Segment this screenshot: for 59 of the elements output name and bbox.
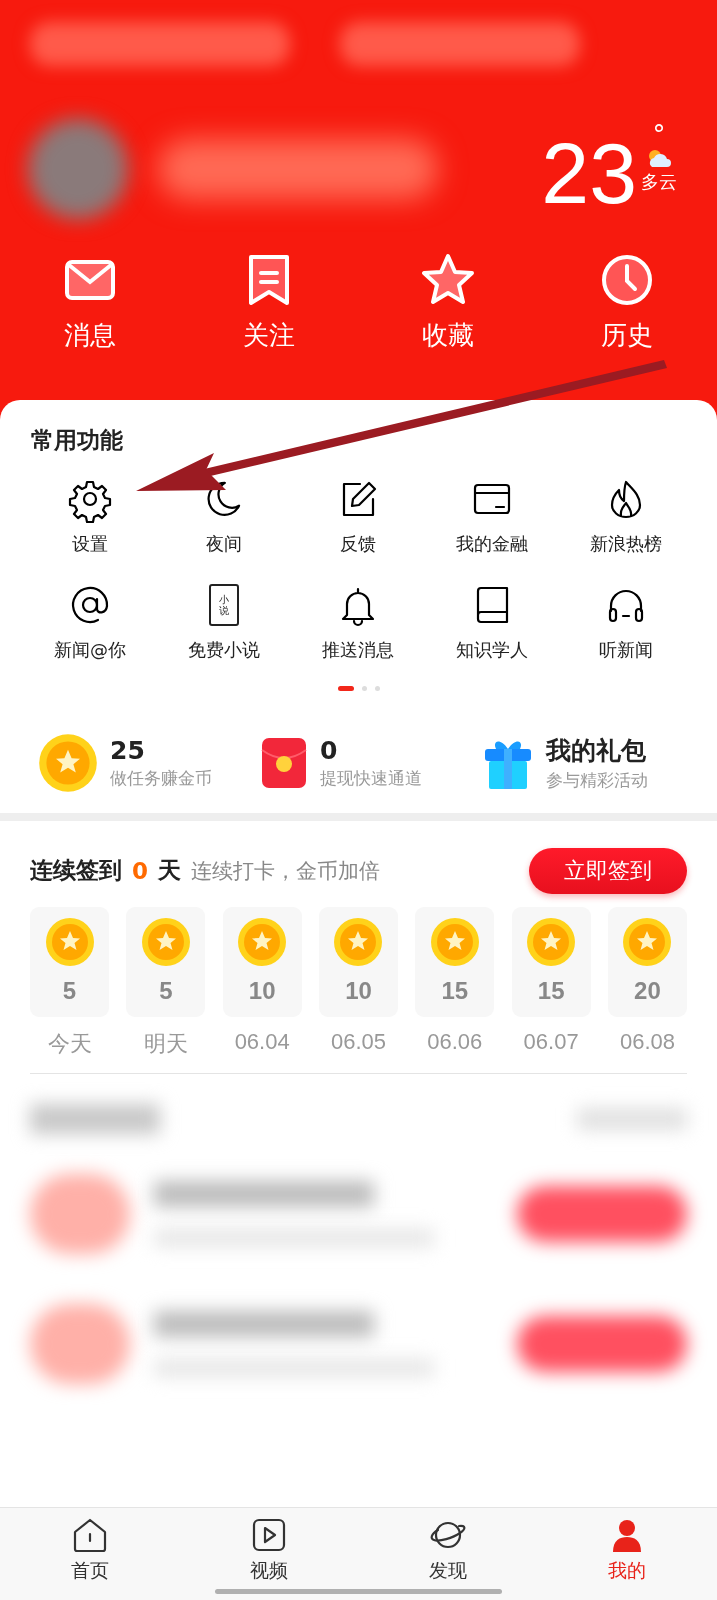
function-label[interactable]: 免费小说 — [188, 637, 260, 662]
day-label: 06.07 — [523, 1028, 579, 1055]
quick-action-label[interactable]: 消息 — [63, 320, 116, 352]
novel-icon-text: 小说 — [219, 593, 229, 616]
reward-caption: 做任务赚金币 — [110, 766, 212, 790]
sun-cloud-icon — [646, 148, 672, 168]
quick-action-label[interactable]: 关注 — [242, 320, 295, 352]
function-label[interactable]: 反馈 — [340, 531, 376, 556]
coin-amount: 5 — [62, 976, 77, 1005]
reward-caption: 参与精彩活动 — [546, 768, 648, 792]
day-label: 06.06 — [427, 1028, 483, 1055]
coin-icon — [622, 916, 673, 967]
checkin-button[interactable]: 立即签到 — [529, 847, 687, 894]
tab-item[interactable]: 发现 — [358, 1516, 538, 1584]
function-label[interactable]: 推送消息 — [322, 637, 394, 662]
reward-title: 我的礼包 — [546, 734, 647, 767]
coin-icon — [429, 916, 480, 967]
coin-amount: 10 — [345, 976, 372, 1005]
tab-item[interactable]: 我的 — [537, 1516, 717, 1584]
day-label: 06.04 — [234, 1028, 290, 1055]
coin-icon — [44, 916, 95, 967]
quick-action-label[interactable]: 历史 — [601, 320, 654, 352]
function-label[interactable]: 知识学人 — [456, 637, 528, 662]
temperature: 23 — [541, 130, 637, 216]
coin-icon — [333, 916, 384, 967]
function-label[interactable]: 听新闻 — [599, 637, 653, 662]
section-title: 常用功能 — [31, 426, 124, 455]
coin-icon — [38, 732, 98, 793]
reward-title: 25 — [110, 735, 146, 765]
function-label[interactable]: 我的金融 — [456, 531, 528, 556]
tab-item[interactable]: 视频 — [179, 1516, 359, 1584]
day-label: 06.05 — [330, 1028, 386, 1055]
function-label[interactable]: 新浪热榜 — [590, 531, 662, 556]
coin-icon — [237, 916, 288, 967]
function-label[interactable]: 设置 — [72, 531, 108, 556]
streak-count: 0 — [132, 857, 148, 884]
checkin-label: 连续签到 — [30, 856, 122, 886]
coin-amount: 15 — [537, 976, 565, 1005]
reward-caption: 提现快速通道 — [320, 766, 422, 790]
quick-action-label[interactable]: 收藏 — [422, 320, 475, 352]
coin-amount: 15 — [441, 976, 469, 1005]
tab-item[interactable]: 首页 — [0, 1516, 180, 1584]
at-sign-icon — [70, 584, 110, 625]
function-label[interactable]: 夜间 — [206, 531, 242, 556]
envelope-icon — [260, 735, 308, 790]
day-label: 今天 — [47, 1029, 92, 1058]
reward-title: 0 — [320, 735, 339, 765]
streak-unit: 天 — [158, 856, 181, 886]
coin-amount: 20 — [634, 976, 661, 1005]
coin-icon — [526, 916, 577, 967]
weather-condition: 多云 — [641, 170, 677, 194]
coin-icon — [140, 916, 191, 967]
function-label[interactable]: 新闻@你 — [54, 637, 126, 662]
coin-amount: 10 — [248, 976, 276, 1005]
degree-sign: ° — [652, 122, 666, 148]
checkin-hint: 连续打卡，金币加倍 — [191, 857, 380, 885]
day-label: 明天 — [143, 1029, 188, 1058]
day-label: 06.08 — [619, 1028, 675, 1055]
coin-amount: 5 — [159, 976, 173, 1005]
